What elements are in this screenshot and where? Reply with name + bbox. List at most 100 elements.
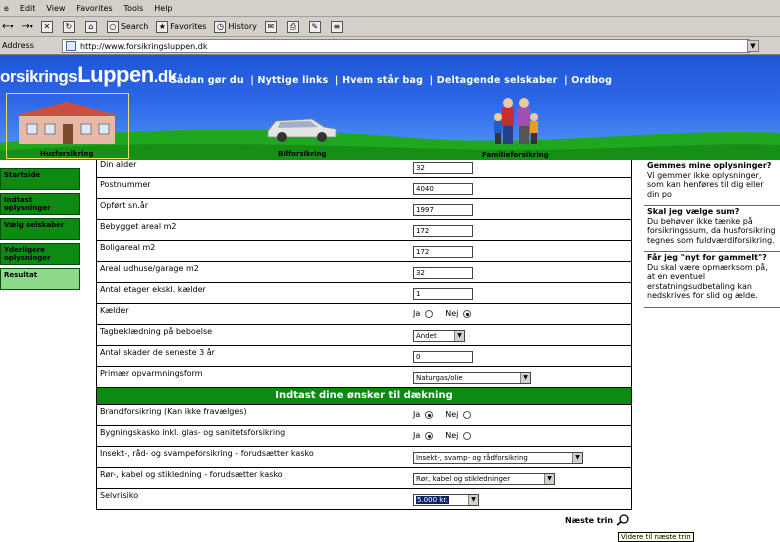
menu-edit[interactable]: Edit	[20, 4, 36, 13]
pipes-select-value: Rør, kabel og stikledninger	[416, 475, 511, 483]
history-button[interactable]: ◷ History	[214, 20, 257, 33]
search-label: Search	[120, 22, 149, 31]
form-row-roer: Rør-, kabel og stikledning - forudsætter…	[97, 468, 631, 489]
form-row-tag: Tagbeklædning på beboelse Andet ▼	[97, 325, 631, 346]
outbuilding-area-input[interactable]	[413, 267, 473, 279]
deductible-select[interactable]: 5.000 kr. ▼	[413, 494, 479, 506]
build-year-input[interactable]	[413, 204, 473, 216]
search-button[interactable]: ○ Search	[106, 20, 149, 33]
roof-select[interactable]: Andet ▼	[413, 330, 465, 342]
forward-button[interactable]: → ▾	[21, 21, 32, 32]
menu-file[interactable]: e	[4, 4, 9, 13]
stop-icon: ✕	[40, 20, 53, 33]
sidebar-item-startside[interactable]: Startside	[0, 168, 80, 190]
field-label: Insekt-, råd- og svampeforsikring - foru…	[100, 449, 314, 458]
sidebar-item-indtast[interactable]: Indtast oplysninger	[0, 193, 80, 215]
form-row-postnummer: Postnummer	[97, 178, 631, 199]
nav-separator: |	[560, 75, 572, 86]
address-input[interactable]: http://www.forsikringsluppen.dk	[62, 39, 750, 53]
radio-label-nej: Nej	[445, 309, 459, 318]
field-label: Kælder	[100, 306, 129, 315]
address-url: http://www.forsikringsluppen.dk	[80, 41, 208, 51]
house-insurance-link[interactable]: Husforsikring	[6, 93, 129, 159]
menu-tools[interactable]: Tools	[124, 4, 144, 13]
form-row-skader: Antal skader de seneste 3 år	[97, 346, 631, 367]
field-label: Bygningskasko inkl. glas- og sanitetsfor…	[100, 428, 286, 437]
heating-select[interactable]: Naturgas/olie ▼	[413, 372, 531, 384]
chevron-down-icon: ▼	[468, 495, 478, 505]
field-label: Boligareal m2	[100, 243, 156, 252]
next-step-tooltip: Videre til næste trin	[618, 532, 694, 542]
car-icon	[267, 118, 337, 142]
built-area-input[interactable]	[413, 225, 473, 237]
discuss-button[interactable]: ≡	[330, 20, 345, 33]
back-button[interactable]: ← ▾	[2, 21, 13, 32]
favorites-icon: ★	[156, 20, 169, 33]
site-logo[interactable]: orsikringsLuppen.dk	[0, 62, 177, 88]
building-yes-radio[interactable]	[425, 431, 434, 440]
claims-input[interactable]	[413, 351, 473, 363]
field-label: Brandforsikring (Kan ikke fravælges)	[100, 407, 247, 416]
form-row-kaelder: Kælder Ja Nej	[97, 304, 631, 325]
home-button[interactable]: ⌂	[84, 20, 99, 33]
sidebar-item-label: Startside	[4, 171, 41, 179]
living-area-input[interactable]	[413, 246, 473, 258]
mail-button[interactable]: ✉	[264, 20, 279, 33]
menu-bar: e Edit View Favorites Tools Help	[0, 0, 780, 17]
stop-button[interactable]: ✕	[40, 20, 55, 33]
help-block: Gemmes mine oplysninger? Vi gemmer ikke o…	[644, 160, 780, 206]
pipes-select[interactable]: Rør, kabel og stikledninger ▼	[413, 473, 555, 485]
nav-nyttige-links[interactable]: Nyttige links	[258, 75, 329, 86]
insurance-form: Din alder Postnummer Opført sn.år Bebygg…	[96, 160, 632, 510]
favorites-label: Favorites	[170, 22, 207, 31]
radio-label-nej: Nej	[445, 410, 459, 419]
search-icon: ○	[106, 20, 119, 33]
building-no-radio[interactable]	[463, 431, 472, 440]
page-icon	[66, 41, 76, 51]
chevron-down-icon: ▼	[572, 453, 582, 463]
basement-no-radio[interactable]	[463, 309, 472, 318]
fire-yes-radio[interactable]	[425, 410, 434, 419]
address-dropdown-icon[interactable]: ▼	[747, 40, 759, 52]
help-question: Får jeg "nyt for gammelt"?	[647, 253, 767, 262]
sidebar-item-vaelg-selskaber[interactable]: Vælg selskaber	[0, 218, 80, 240]
help-answer: Du behøver ikke tænke på forsikringssum,…	[647, 216, 776, 245]
next-step-label: Næste trin	[565, 515, 614, 525]
radio-label-ja: Ja	[413, 410, 421, 419]
next-step-button[interactable]: Næste trin	[565, 514, 630, 526]
sidebar-item-label: Indtast oplysninger	[4, 196, 51, 212]
family-insurance-link[interactable]: Familieforsikring	[478, 95, 558, 159]
menu-favorites[interactable]: Favorites	[76, 4, 112, 13]
basement-yes-radio[interactable]	[425, 309, 434, 318]
help-block: Får jeg "nyt for gammelt"? Du skal være o…	[644, 252, 780, 308]
nav-saadan[interactable]: Sådan gør du	[170, 75, 244, 86]
help-block: Skal jeg vælge sum? Du behøver ikke tænke…	[644, 206, 780, 252]
nav-ordbog[interactable]: Ordbog	[571, 75, 612, 86]
sidebar-item-yderligere[interactable]: Yderligere oplysninger	[0, 243, 80, 265]
menu-view[interactable]: View	[46, 4, 65, 13]
favorites-button[interactable]: ★ Favorites	[156, 20, 207, 33]
refresh-button[interactable]: ↻	[62, 20, 77, 33]
edit-button[interactable]: ✎	[308, 20, 323, 33]
nav-hvem-staar-bag[interactable]: Hvem står bag	[342, 75, 423, 86]
fire-no-radio[interactable]	[463, 410, 472, 419]
sidebar-item-label: Resultat	[4, 271, 38, 279]
field-label: Rør-, kabel og stikledning - forudsætter…	[100, 470, 283, 479]
age-input[interactable]	[413, 162, 473, 174]
menu-help[interactable]: Help	[154, 4, 172, 13]
floors-input[interactable]	[413, 288, 473, 300]
sidebar-item-resultat[interactable]: Resultat	[0, 268, 80, 290]
basement-radio-group: Ja Nej	[413, 309, 472, 318]
discuss-icon: ≡	[330, 20, 343, 33]
help-answer: Vi gemmer ikke oplysninger, som kan henf…	[647, 170, 764, 199]
insect-select[interactable]: Insekt-, svamp- og rådforsikring ▼	[413, 452, 583, 464]
print-button[interactable]: ⎙	[286, 20, 301, 33]
form-row-bygning: Bygningskasko inkl. glas- og sanitetsfor…	[97, 426, 631, 447]
history-icon: ◷	[214, 20, 227, 33]
field-label: Areal udhuse/garage m2	[100, 264, 199, 273]
nav-deltagende-selskaber[interactable]: Deltagende selskaber	[437, 75, 558, 86]
car-insurance-link[interactable]: Bilforsikring	[262, 111, 342, 159]
help-question: Gemmes mine oplysninger?	[647, 161, 772, 170]
top-navigation: Sådan gør du | Nyttige links | Hvem står…	[170, 75, 615, 86]
postal-code-input[interactable]	[413, 183, 473, 195]
